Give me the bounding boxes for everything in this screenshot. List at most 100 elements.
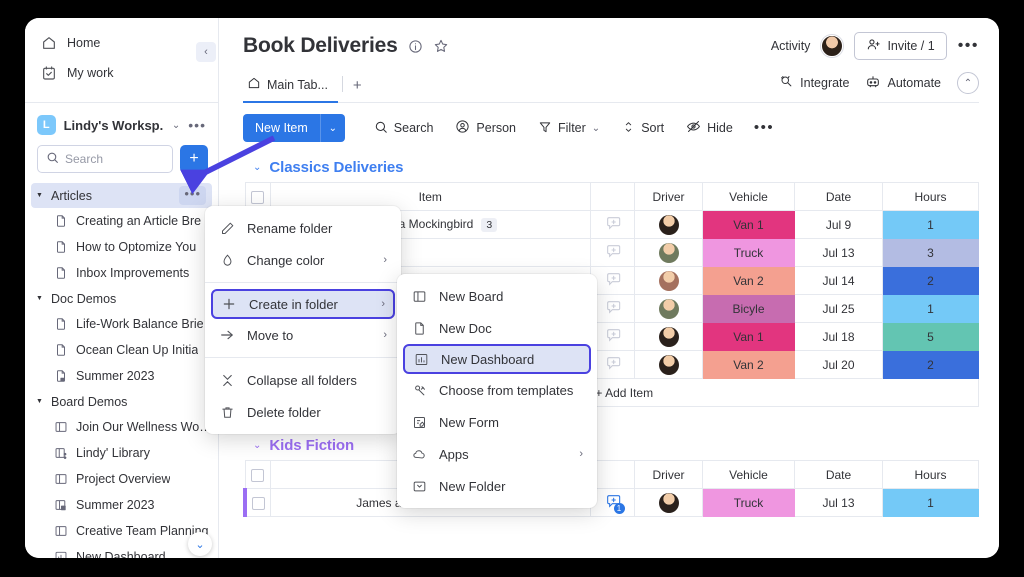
- chevron-down-icon[interactable]: ⌄: [321, 114, 345, 142]
- cell-vehicle[interactable]: Van 2: [703, 351, 795, 379]
- column-header-vehicle[interactable]: Vehicle: [703, 461, 795, 489]
- sidebar-collapse-button[interactable]: ‹: [196, 42, 216, 62]
- sidebar-doc-item[interactable]: Summer 2023: [31, 363, 212, 389]
- avatar[interactable]: [659, 355, 679, 375]
- cell-driver[interactable]: [635, 239, 703, 267]
- cell-date[interactable]: Jul 14: [795, 267, 883, 295]
- add-comment-icon[interactable]: [605, 304, 621, 318]
- menu-item-create-in-folder[interactable]: Create in folder›: [211, 289, 395, 319]
- cell-comments[interactable]: [591, 323, 635, 351]
- workspace-more-button[interactable]: •••: [188, 120, 208, 130]
- cell-date[interactable]: Jul 25: [795, 295, 883, 323]
- menu-item-new-form[interactable]: New Form: [397, 406, 597, 438]
- sidebar-folder-board-demos[interactable]: ▼ Board Demos: [31, 389, 212, 414]
- menu-item-choose-from-templates[interactable]: Choose from templates: [397, 374, 597, 406]
- add-tab-button[interactable]: +: [353, 77, 362, 102]
- menu-item-new-doc[interactable]: New Doc: [397, 312, 597, 344]
- cell-hours[interactable]: 1: [883, 295, 979, 323]
- caret-down-icon[interactable]: ▼: [36, 295, 45, 302]
- cell-date[interactable]: Jul 13: [795, 239, 883, 267]
- toolbar-search-button[interactable]: Search: [363, 115, 445, 141]
- sidebar-doc-item[interactable]: Life-Work Balance Brie: [31, 311, 212, 337]
- sidebar-item-home[interactable]: Home: [33, 28, 210, 58]
- sidebar-folder-articles[interactable]: ▼ Articles •••: [31, 183, 212, 208]
- checkbox[interactable]: [251, 191, 264, 204]
- cell-hours[interactable]: 2: [883, 267, 979, 295]
- comment-icon[interactable]: 1: [605, 493, 621, 512]
- checkbox[interactable]: [251, 469, 264, 482]
- collapse-header-button[interactable]: ⌃: [957, 72, 979, 94]
- cell-comments[interactable]: [591, 211, 635, 239]
- sidebar-board-item[interactable]: Lindy' Library: [31, 440, 212, 466]
- cell-vehicle[interactable]: Van 2: [703, 267, 795, 295]
- column-header-driver[interactable]: Driver: [635, 183, 703, 211]
- column-header-date[interactable]: Date: [795, 183, 883, 211]
- cell-hours[interactable]: 5: [883, 323, 979, 351]
- sidebar-folder-doc-demos[interactable]: ▼ Doc Demos: [31, 286, 212, 311]
- cell-date[interactable]: Jul 13: [795, 489, 883, 517]
- cell-comments[interactable]: 1: [591, 489, 635, 517]
- cell-comments[interactable]: [591, 295, 635, 323]
- menu-item-change-color[interactable]: Change color›: [205, 244, 401, 276]
- toolbar-filter-button[interactable]: Filter ⌄: [527, 115, 611, 141]
- cell-date[interactable]: Jul 18: [795, 323, 883, 351]
- menu-item-move-to[interactable]: Move to›: [205, 319, 401, 351]
- menu-item-apps[interactable]: Apps›: [397, 438, 597, 470]
- cell-hours[interactable]: 1: [883, 211, 979, 239]
- cell-driver[interactable]: [635, 489, 703, 517]
- tab-main-table[interactable]: Main Tab...: [243, 72, 338, 103]
- toolbar-hide-button[interactable]: Hide: [675, 115, 744, 141]
- sidebar-doc-item[interactable]: How to Optomize You: [31, 234, 212, 260]
- articles-folder-dots[interactable]: •••: [179, 186, 206, 205]
- avatar[interactable]: [659, 493, 679, 513]
- avatar[interactable]: [821, 35, 843, 57]
- avatar[interactable]: [659, 299, 679, 319]
- cell-driver[interactable]: [635, 295, 703, 323]
- select-all-header[interactable]: [245, 461, 270, 489]
- column-header-date[interactable]: Date: [795, 461, 883, 489]
- chevron-down-icon[interactable]: ⌄: [172, 120, 180, 131]
- add-comment-icon[interactable]: [605, 332, 621, 346]
- cell-comments[interactable]: [591, 351, 635, 379]
- cell-hours[interactable]: 3: [883, 239, 979, 267]
- cell-date[interactable]: Jul 9: [795, 211, 883, 239]
- column-header-driver[interactable]: Driver: [635, 461, 703, 489]
- cell-driver[interactable]: [635, 267, 703, 295]
- info-icon[interactable]: [408, 39, 423, 54]
- group-title-row[interactable]: ⌄ Kids Fiction: [243, 431, 979, 460]
- menu-item-delete-folder[interactable]: Delete folder: [205, 396, 401, 428]
- search-input[interactable]: Search: [37, 145, 173, 173]
- avatar[interactable]: [659, 215, 679, 235]
- caret-down-icon[interactable]: ▼: [36, 192, 45, 199]
- sidebar-doc-item[interactable]: Ocean Clean Up Initia: [31, 337, 212, 363]
- sidebar-board-item[interactable]: Join Our Wellness Work...: [31, 414, 212, 440]
- board-more-button[interactable]: •••: [958, 42, 979, 50]
- sidebar-board-item[interactable]: Creative Team Planning: [31, 518, 212, 544]
- column-header-vehicle[interactable]: Vehicle: [703, 183, 795, 211]
- add-comment-icon[interactable]: [605, 360, 621, 374]
- toolbar-more-button[interactable]: •••: [744, 125, 784, 131]
- integrate-button[interactable]: Integrate: [779, 74, 849, 92]
- add-comment-icon[interactable]: [605, 248, 621, 262]
- group-title-row[interactable]: ⌄ Classics Deliveries: [243, 153, 979, 182]
- column-header-hours[interactable]: Hours: [883, 183, 979, 211]
- new-item-button[interactable]: New Item ⌄: [243, 114, 345, 142]
- row-checkbox-cell[interactable]: [245, 489, 270, 517]
- cell-vehicle[interactable]: Truck: [703, 489, 795, 517]
- caret-down-icon[interactable]: ⌄: [253, 162, 261, 173]
- cell-driver[interactable]: [635, 323, 703, 351]
- cell-vehicle[interactable]: Van 1: [703, 323, 795, 351]
- automate-button[interactable]: Automate: [865, 74, 941, 93]
- cell-driver[interactable]: [635, 211, 703, 239]
- menu-item-collapse-all-folders[interactable]: Collapse all folders: [205, 364, 401, 396]
- sidebar-dashboard-item[interactable]: New Dashboard: [31, 544, 212, 558]
- menu-item-new-folder[interactable]: New Folder: [397, 470, 597, 502]
- sidebar-item-my-work[interactable]: My work: [33, 58, 210, 88]
- sidebar-doc-item[interactable]: Creating an Article Bre: [31, 208, 212, 234]
- workspace-selector[interactable]: L Lindy's Worksp... ⌄ •••: [25, 103, 218, 143]
- invite-button[interactable]: Invite / 1: [854, 32, 946, 60]
- cell-hours[interactable]: 2: [883, 351, 979, 379]
- star-icon[interactable]: [433, 38, 449, 54]
- sidebar-doc-item[interactable]: Inbox Improvements: [31, 260, 212, 286]
- chevron-down-icon[interactable]: ⌄: [592, 123, 600, 134]
